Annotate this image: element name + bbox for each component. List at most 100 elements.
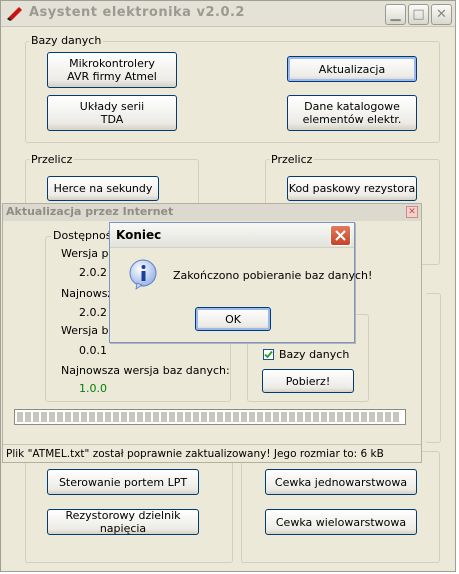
progress-segment	[265, 412, 271, 422]
download-progress-bar	[14, 409, 406, 425]
dane-katalogowe-button[interactable]: Dane katalogowe elementów elektr.	[287, 95, 417, 131]
checkmark-icon	[264, 350, 273, 359]
cewka-wielowarstwowa-button[interactable]: Cewka wielowarstwowa	[265, 509, 417, 535]
main-window-title: Asystent elektronika v2.0.2	[29, 5, 245, 20]
group-przelicz-right-label: Przelicz	[269, 153, 315, 166]
aktualizacja-button[interactable]: Aktualizacja	[287, 56, 417, 82]
progress-segment	[57, 412, 63, 422]
main-title-bar[interactable]: Asystent elektronika v2.0.2 ▁ □ ✕	[1, 1, 455, 27]
group-bottom-left	[25, 451, 233, 563]
db-version-value: 0.0.1	[79, 344, 107, 357]
progress-segment	[209, 412, 215, 422]
progress-segment	[289, 412, 295, 422]
progress-segment	[193, 412, 199, 422]
progress-segment	[137, 412, 143, 422]
pobierz-button[interactable]: Pobierz!	[262, 369, 354, 393]
progress-segment	[305, 412, 311, 422]
dialog-close-button[interactable]	[330, 225, 351, 246]
group-bottom-right	[241, 451, 440, 563]
progress-segment	[185, 412, 191, 422]
progress-segment	[257, 412, 263, 422]
progress-segment	[225, 412, 231, 422]
progress-segment	[33, 412, 39, 422]
app-icon	[7, 7, 22, 21]
progress-segment	[65, 412, 71, 422]
ok-button[interactable]: OK	[195, 307, 271, 331]
dzielnik-napiecia-button[interactable]: Rezystorowy dzielnik napięcia	[47, 509, 199, 535]
dialog-message: Zakończono pobieranie baz danych!	[173, 269, 373, 282]
newest-program-value: 2.0.2	[79, 306, 107, 319]
db-version-label: Wersja ba	[61, 324, 116, 337]
progress-segment	[49, 412, 55, 422]
progress-segment	[81, 412, 87, 422]
progress-segment	[369, 412, 375, 422]
progress-segment	[233, 412, 239, 422]
db-checkbox-label: Bazy danych	[279, 348, 350, 361]
close-icon	[335, 230, 346, 241]
update-window-title: Aktualizacja przez Internet	[6, 205, 174, 218]
progress-segment	[169, 412, 175, 422]
progress-segment	[377, 412, 383, 422]
close-button[interactable]: ✕	[431, 4, 452, 25]
info-icon	[129, 259, 157, 290]
sterowanie-lpt-button[interactable]: Sterowanie portem LPT	[47, 469, 199, 495]
cewka-jednowarstwowa-button[interactable]: Cewka jednowarstwowa	[265, 469, 417, 495]
progress-segment	[97, 412, 103, 422]
tda-uklady-button[interactable]: Układy serii TDA	[47, 95, 177, 131]
close-icon: ✕	[436, 7, 447, 22]
progress-segment	[17, 412, 23, 422]
progress-segment	[321, 412, 327, 422]
newest-db-value: 1.0.0	[79, 382, 107, 395]
progress-segment	[105, 412, 111, 422]
progress-segment	[313, 412, 319, 422]
group-right-middle-edge	[425, 293, 441, 443]
group-bazy-danych-label: Bazy danych	[29, 34, 104, 47]
dialog-title-bar[interactable]: Koniec	[110, 223, 354, 248]
status-text: Plik "ATMEL.txt" został poprawnie zaktua…	[6, 448, 384, 460]
progress-segment	[89, 412, 95, 422]
close-icon: ✕	[408, 207, 416, 217]
progress-segment	[241, 412, 247, 422]
maximize-button[interactable]: □	[408, 4, 429, 25]
progress-segment	[329, 412, 335, 422]
db-checkbox[interactable]	[263, 349, 274, 360]
progress-segment	[161, 412, 167, 422]
program-version-label: Wersja pr	[61, 247, 114, 260]
progress-segment	[25, 412, 31, 422]
koniec-dialog: Koniec Zakończono pobieranie baz danych!…	[109, 222, 372, 343]
progress-segment	[273, 412, 279, 422]
progress-segment	[121, 412, 127, 422]
avr-mikrokontrolery-button[interactable]: Mikrokontrolery AVR firmy Atmel	[47, 52, 177, 88]
minimize-button[interactable]: ▁	[385, 4, 406, 25]
newest-db-label: Najnowsza wersja baz danych:	[61, 364, 230, 377]
update-title-bar[interactable]: Aktualizacja przez Internet ✕	[3, 204, 421, 221]
progress-fill	[17, 412, 399, 422]
update-close-button[interactable]: ✕	[406, 206, 418, 218]
progress-segment	[73, 412, 79, 422]
progress-segment	[129, 412, 135, 422]
kod-paskowy-rezystora-button[interactable]: Kod paskowy rezystora	[287, 176, 417, 201]
progress-segment	[153, 412, 159, 422]
progress-segment	[177, 412, 183, 422]
program-version-value: 2.0.2	[79, 266, 107, 279]
progress-segment	[353, 412, 359, 422]
progress-segment	[281, 412, 287, 422]
progress-segment	[385, 412, 391, 422]
dialog-title: Koniec	[116, 228, 162, 242]
minimize-icon: ▁	[390, 7, 401, 22]
progress-segment	[201, 412, 207, 422]
progress-segment	[41, 412, 47, 422]
progress-segment	[145, 412, 151, 422]
group-przelicz-left-label: Przelicz	[29, 153, 75, 166]
status-bar: Plik "ATMEL.txt" został poprawnie zaktua…	[3, 444, 421, 462]
maximize-icon: □	[412, 7, 425, 22]
progress-segment	[297, 412, 303, 422]
progress-segment	[393, 412, 399, 422]
progress-segment	[113, 412, 119, 422]
progress-segment	[361, 412, 367, 422]
progress-segment	[217, 412, 223, 422]
progress-segment	[345, 412, 351, 422]
progress-segment	[249, 412, 255, 422]
herce-na-sekundy-button[interactable]: Herce na sekundy	[47, 176, 159, 201]
progress-segment	[337, 412, 343, 422]
